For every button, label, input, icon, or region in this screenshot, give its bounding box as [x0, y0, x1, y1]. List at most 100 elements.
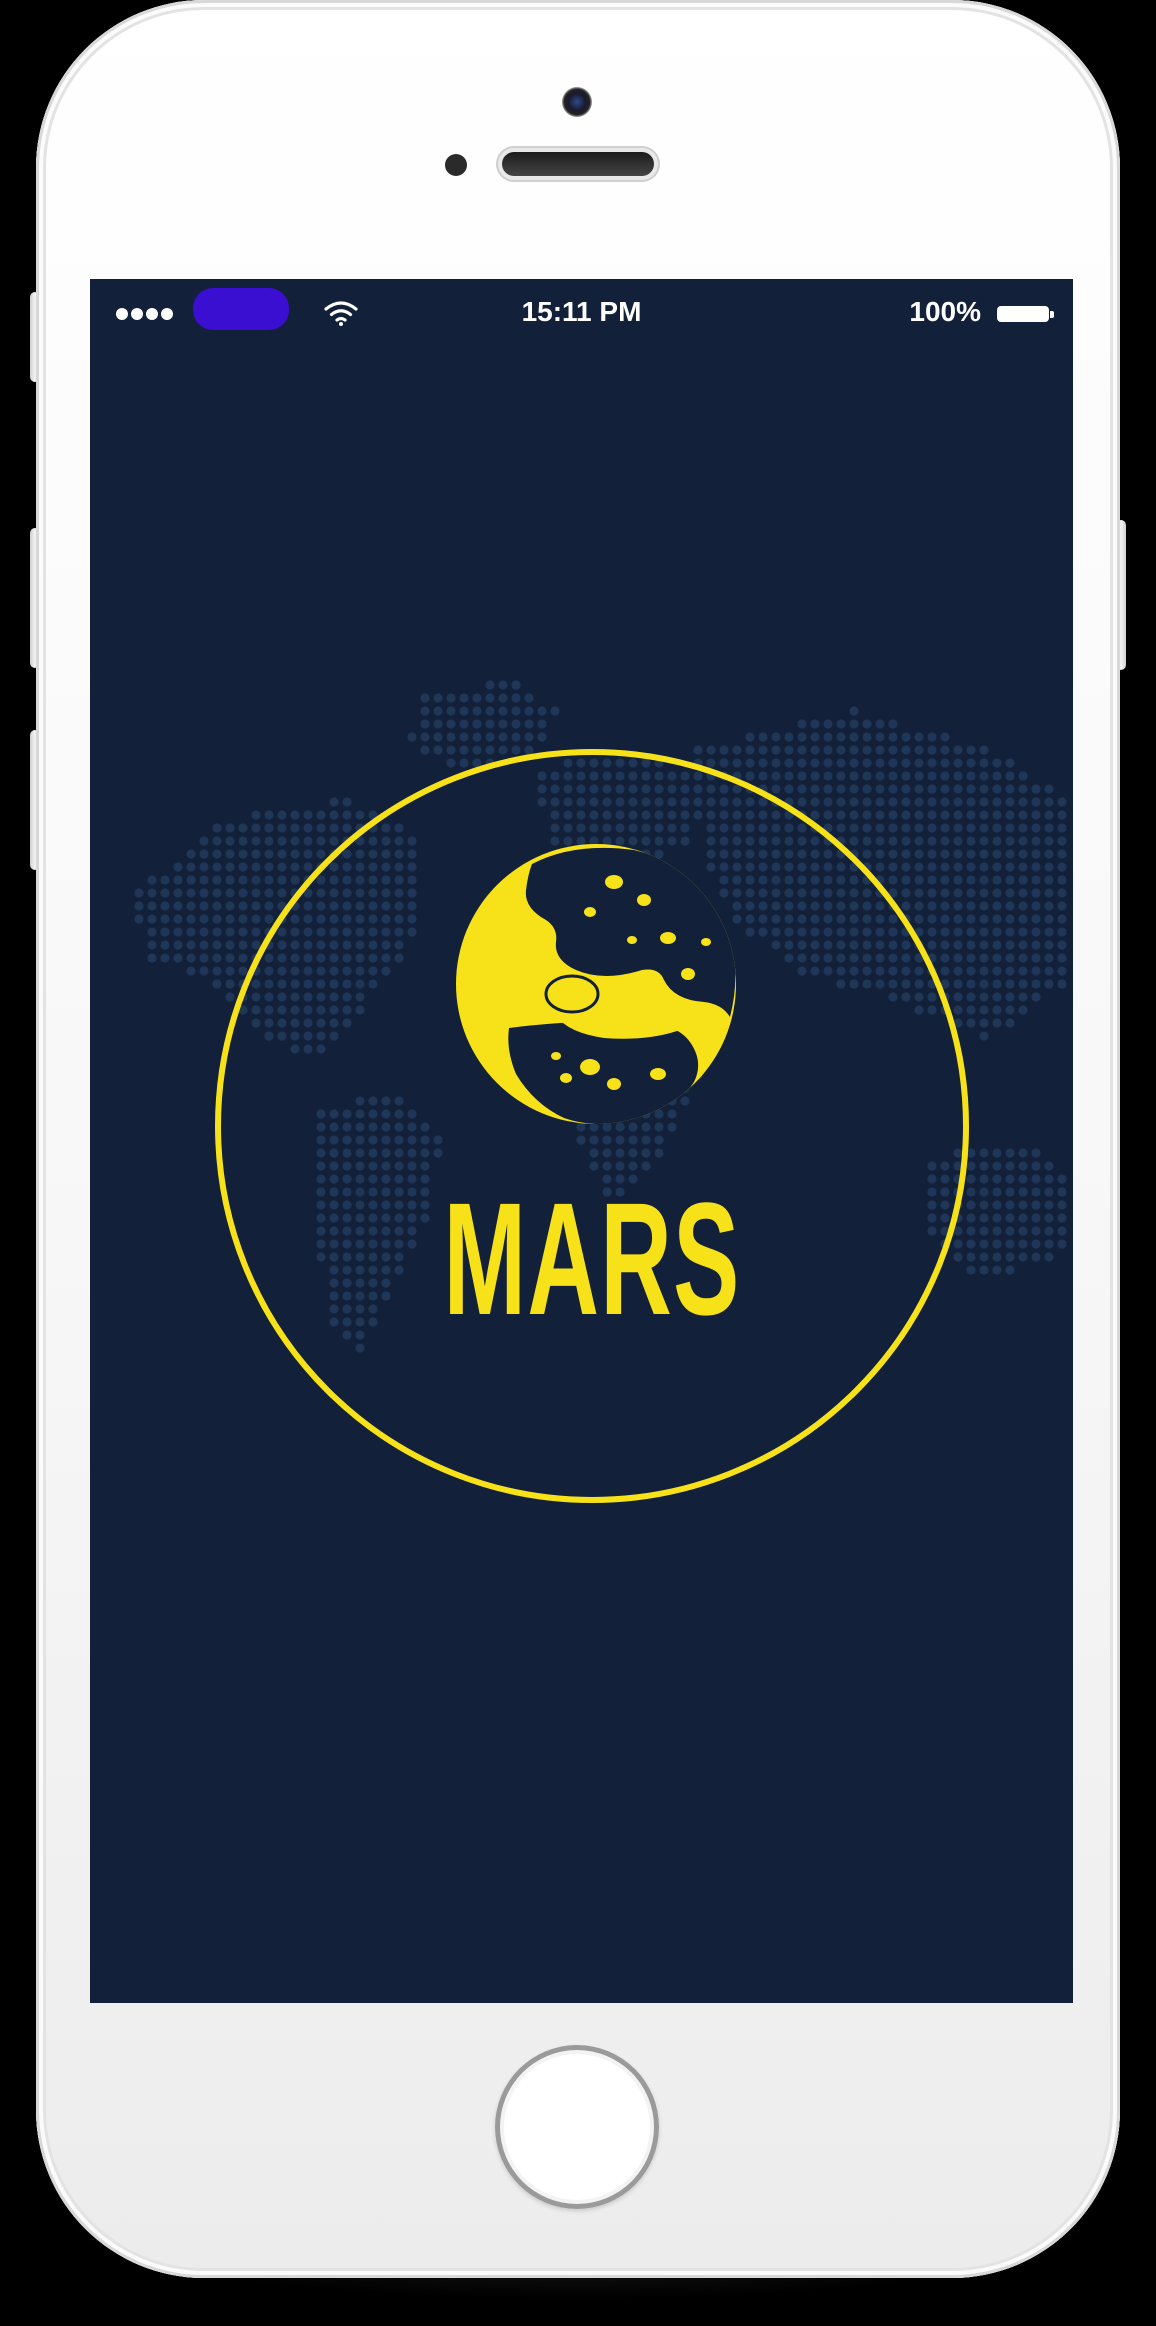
map-dot	[485, 719, 495, 729]
map-dot	[1044, 1226, 1054, 1236]
map-dot	[875, 771, 885, 781]
map-dot	[953, 979, 963, 989]
map-dot	[251, 927, 261, 937]
map-dot	[940, 836, 950, 846]
planet-icon	[456, 844, 736, 1124]
map-dot	[940, 966, 950, 976]
map-dot	[1018, 914, 1028, 924]
map-dot	[914, 901, 924, 911]
map-dot	[1005, 1213, 1015, 1223]
map-dot	[147, 953, 157, 963]
map-dot	[927, 849, 937, 859]
map-dot	[966, 810, 976, 820]
map-dot	[862, 849, 872, 859]
map-dot	[1031, 862, 1041, 872]
map-dot	[953, 784, 963, 794]
map-dot	[199, 849, 209, 859]
map-dot	[784, 771, 794, 781]
map-dot	[823, 732, 833, 742]
map-dot	[1057, 797, 1067, 807]
map-dot	[862, 745, 872, 755]
map-dot	[940, 849, 950, 859]
map-dot	[537, 706, 547, 716]
map-dot	[1005, 888, 1015, 898]
map-dot	[1057, 1239, 1067, 1249]
map-dot	[459, 732, 469, 742]
map-dot	[940, 862, 950, 872]
map-dot	[914, 836, 924, 846]
map-dot	[914, 914, 924, 924]
map-dot	[992, 758, 1002, 768]
map-dot	[498, 693, 508, 703]
map-dot	[940, 797, 950, 807]
map-dot	[199, 966, 209, 976]
map-dot	[914, 810, 924, 820]
map-dot	[1005, 823, 1015, 833]
map-dot	[1057, 823, 1067, 833]
map-dot	[953, 810, 963, 820]
map-dot	[1018, 992, 1028, 1002]
map-dot	[212, 927, 222, 937]
map-dot	[810, 771, 820, 781]
map-dot	[212, 849, 222, 859]
map-dot	[914, 784, 924, 794]
map-dot	[1018, 849, 1028, 859]
map-dot	[979, 797, 989, 807]
map-dot	[186, 862, 196, 872]
map-dot	[810, 719, 820, 729]
map-dot	[979, 745, 989, 755]
home-button[interactable]	[495, 2045, 659, 2209]
map-dot	[966, 771, 976, 781]
map-dot	[1005, 1018, 1015, 1028]
map-dot	[1018, 979, 1028, 989]
map-dot	[1057, 1174, 1067, 1184]
map-dot	[979, 823, 989, 833]
map-dot	[758, 732, 768, 742]
map-dot	[862, 784, 872, 794]
map-dot	[238, 927, 248, 937]
map-dot	[979, 875, 989, 885]
map-dot	[420, 706, 430, 716]
map-dot	[1005, 810, 1015, 820]
map-dot	[797, 797, 807, 807]
map-dot	[836, 732, 846, 742]
map-dot	[212, 875, 222, 885]
map-dot	[264, 836, 274, 846]
map-dot	[1057, 862, 1067, 872]
map-dot	[433, 719, 443, 729]
map-dot	[251, 862, 261, 872]
map-dot	[953, 823, 963, 833]
map-dot	[485, 680, 495, 690]
map-dot	[212, 823, 222, 833]
map-dot	[901, 797, 911, 807]
map-dot	[1018, 1187, 1028, 1197]
map-dot	[992, 836, 1002, 846]
map-dot	[1031, 836, 1041, 846]
map-dot	[290, 823, 300, 833]
map-dot	[1031, 927, 1041, 937]
map-dot	[1057, 836, 1067, 846]
map-dot	[966, 940, 976, 950]
map-dot	[277, 836, 287, 846]
map-dot	[433, 745, 443, 755]
map-dot	[472, 719, 482, 729]
map-dot	[459, 706, 469, 716]
map-dot	[979, 1239, 989, 1249]
map-dot	[901, 849, 911, 859]
map-dot	[979, 1252, 989, 1262]
map-dot	[1031, 1161, 1041, 1171]
map-dot	[1031, 849, 1041, 859]
map-dot	[966, 1174, 976, 1184]
map-dot	[1057, 1187, 1067, 1197]
map-dot	[1005, 1252, 1015, 1262]
map-dot	[199, 914, 209, 924]
map-dot	[485, 732, 495, 742]
map-dot	[134, 888, 144, 898]
map-dot	[485, 693, 495, 703]
map-dot	[797, 758, 807, 768]
map-dot	[147, 901, 157, 911]
map-dot	[1005, 901, 1015, 911]
map-dot	[329, 836, 339, 846]
map-dot	[992, 927, 1002, 937]
map-dot	[1031, 940, 1041, 950]
